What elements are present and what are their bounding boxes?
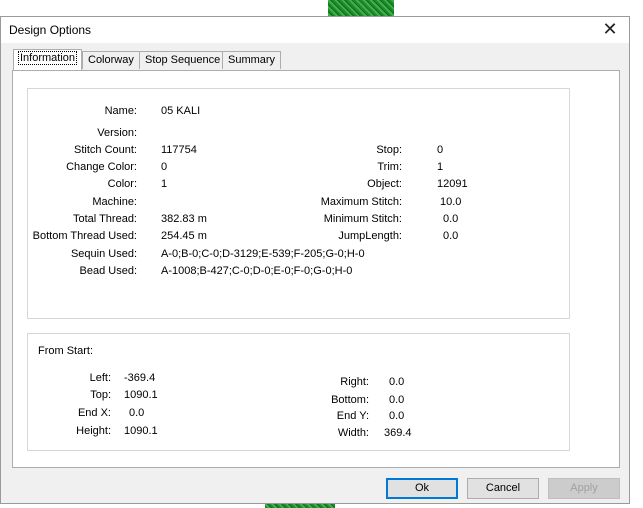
bead-used-value: A-1008;B-427;C-0;D-0;E-0;F-0;G-0;H-0 xyxy=(161,265,353,277)
jump-length-value: 0.0 xyxy=(443,230,459,242)
tab-stop-sequence[interactable]: Stop Sequence xyxy=(139,51,227,69)
close-button[interactable]: ✕ xyxy=(595,17,625,43)
design-info-group: Name: 05 KALI Version: Stitch Count: 117… xyxy=(27,88,570,319)
desktop-background xyxy=(0,0,643,16)
minimum-stitch-value: 0.0 xyxy=(443,213,459,225)
bottom-thread-label: Bottom Thread Used: xyxy=(32,230,137,242)
machine-label: Machine: xyxy=(92,196,137,208)
object-value: 12091 xyxy=(437,178,468,190)
end-x-value: 0.0 xyxy=(129,407,145,419)
bottom-value: 0.0 xyxy=(389,394,405,406)
tab-information-label: Information xyxy=(17,51,78,65)
minimum-stitch-label: Minimum Stitch: xyxy=(323,213,402,225)
trim-value: 1 xyxy=(437,161,444,173)
change-color-label: Change Color: xyxy=(66,161,137,173)
total-thread-value: 382.83 m xyxy=(161,213,207,225)
name-label: Name: xyxy=(104,105,137,117)
left-value: -369.4 xyxy=(124,372,156,384)
width-value: 369.4 xyxy=(384,427,412,439)
left-label: Left: xyxy=(89,372,111,384)
right-value: 0.0 xyxy=(389,376,405,388)
object-label: Object: xyxy=(367,178,402,190)
color-value: 1 xyxy=(161,178,168,190)
version-label: Version: xyxy=(97,127,137,139)
change-color-value: 0 xyxy=(161,161,168,173)
bottom-thread-value: 254.45 m xyxy=(161,230,207,242)
tab-stop-sequence-label: Stop Sequence xyxy=(145,54,221,66)
tab-colorway[interactable]: Colorway xyxy=(82,51,140,69)
stop-label: Stop: xyxy=(376,144,402,156)
trim-label: Trim: xyxy=(377,161,402,173)
end-y-value: 0.0 xyxy=(389,410,405,422)
name-value: 05 KALI xyxy=(161,105,201,117)
jump-length-label: JumpLength: xyxy=(338,230,402,242)
apply-button[interactable]: Apply xyxy=(548,478,620,499)
from-start-group: From Start: Left: -369.4 Top: 1090.1 End… xyxy=(27,333,570,451)
ok-button[interactable]: Ok xyxy=(386,478,458,499)
dialog-title: Design Options xyxy=(9,23,92,37)
total-thread-label: Total Thread: xyxy=(72,213,137,225)
information-panel: Name: 05 KALI Version: Stitch Count: 117… xyxy=(12,70,620,468)
design-options-dialog: Design Options ✕ Information Colorway St… xyxy=(0,16,630,504)
maximum-stitch-value: 10.0 xyxy=(440,196,462,208)
end-x-label: End X: xyxy=(77,407,111,419)
maximum-stitch-label: Maximum Stitch: xyxy=(320,196,402,208)
end-y-label: End Y: xyxy=(336,410,369,422)
right-label: Right: xyxy=(340,376,369,388)
close-icon: ✕ xyxy=(602,19,618,39)
height-value: 1090.1 xyxy=(124,425,158,437)
height-label: Height: xyxy=(76,425,111,437)
stitch-count-value: 117754 xyxy=(161,144,197,156)
top-label: Top: xyxy=(90,389,111,401)
tab-summary[interactable]: Summary xyxy=(222,51,282,69)
tab-summary-label: Summary xyxy=(228,54,276,66)
tab-colorway-label: Colorway xyxy=(88,54,134,66)
sequin-used-value: A-0;B-0;C-0;D-3129;E-539;F-205;G-0;H-0 xyxy=(161,248,365,260)
sequin-used-label: Sequin Used: xyxy=(70,248,137,260)
width-label: Width: xyxy=(337,427,369,439)
color-label: Color: xyxy=(107,178,137,190)
tab-information[interactable]: Information xyxy=(13,49,83,70)
title-bar: Design Options ✕ xyxy=(1,17,629,43)
bottom-label: Bottom: xyxy=(331,394,369,406)
from-start-title: From Start: xyxy=(38,345,94,357)
bead-used-label: Bead Used: xyxy=(79,265,137,277)
stop-value: 0 xyxy=(437,144,444,156)
cancel-button[interactable]: Cancel xyxy=(467,478,539,499)
top-value: 1090.1 xyxy=(124,389,158,401)
stitch-count-label: Stitch Count: xyxy=(74,144,137,156)
